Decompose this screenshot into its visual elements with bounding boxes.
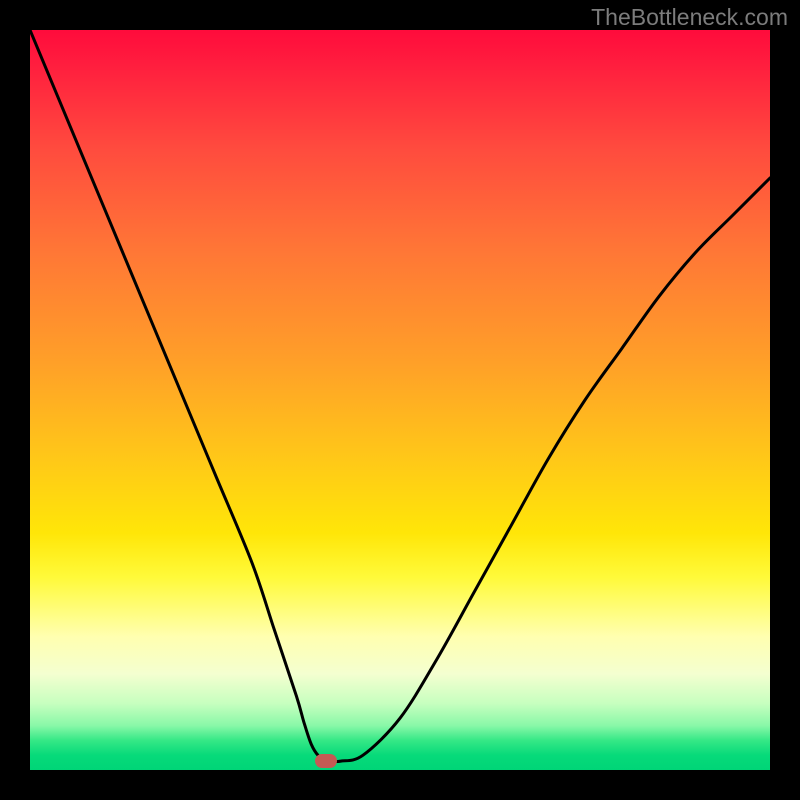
chart-plot-area (30, 30, 770, 770)
bottleneck-curve-svg (30, 30, 770, 770)
watermark: TheBottleneck.com (591, 4, 788, 31)
bottleneck-curve (30, 30, 770, 762)
optimal-point-marker (315, 754, 337, 768)
